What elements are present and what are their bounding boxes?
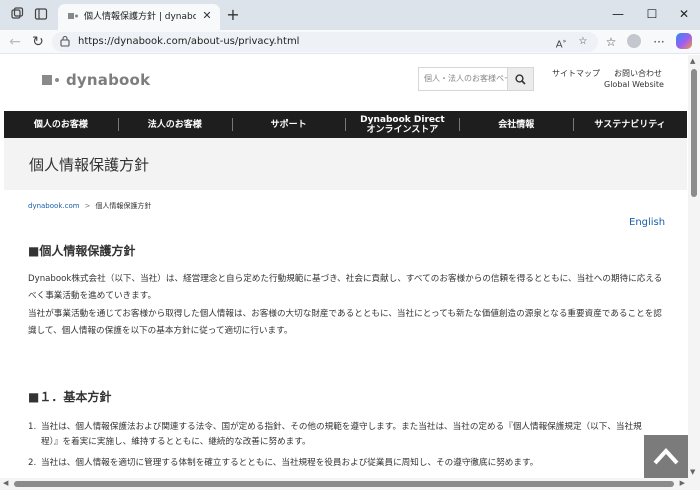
new-tab-icon[interactable]: + xyxy=(224,6,242,24)
list-number: 2. xyxy=(28,458,37,468)
logo-text: dynabook xyxy=(66,71,151,89)
site-search-input[interactable]: 個人・法人のお客様ページ内を検索 xyxy=(418,67,508,91)
active-tab[interactable]: 個人情報保護方針 | dynabook（ダイナブック） ✕ xyxy=(58,4,220,30)
list-number: 1. xyxy=(28,422,37,432)
section-heading-basic-policy: ■１．基本方針 xyxy=(28,390,112,404)
back-to-top-button[interactable] xyxy=(644,435,688,478)
breadcrumb-home-link[interactable]: dynabook.com xyxy=(28,202,80,210)
nav-personal[interactable]: 個人のお客様 xyxy=(4,111,118,138)
minimize-icon[interactable]: — xyxy=(604,4,632,24)
dynabook-logo[interactable]: dynabook xyxy=(42,70,150,90)
page-title-band: 個人情報保護方針 xyxy=(4,138,687,190)
global-website-link[interactable]: Global Website xyxy=(604,80,664,89)
breadcrumb-current: 個人情報保護方針 xyxy=(95,202,152,210)
list-text: 当社は、個人情報保護法および関連する法令、国が定める指針、その他の規範を遵守しま… xyxy=(41,422,642,447)
site-favicon-icon xyxy=(66,10,80,24)
intro-paragraph-2: 当社が事業活動を通じてお客様から取得した個人情報は、お客様の大切な財産であるとと… xyxy=(28,309,662,336)
english-link[interactable]: English xyxy=(629,217,665,228)
tab-actions-icon[interactable] xyxy=(33,7,49,23)
copilot-icon[interactable] xyxy=(676,33,692,49)
scroll-down-icon[interactable]: ▼ xyxy=(690,468,695,476)
vertical-scrollbar[interactable]: ▲ ▼ xyxy=(688,55,700,478)
maximize-icon[interactable]: ☐ xyxy=(638,4,666,24)
list-item: 2. 当社は、個人情報を適切に管理する体制を確立するとともに、当社規程を役員およ… xyxy=(28,456,658,471)
list-item: 1. 当社は、個人情報保護法および関連する法令、国が定める指針、その他の規範を遵… xyxy=(28,420,658,450)
breadcrumb: dynabook.com > 個人情報保護方針 xyxy=(28,201,151,211)
read-aloud-icon[interactable]: A» xyxy=(554,35,568,50)
scroll-right-icon[interactable]: ▶ xyxy=(680,479,685,487)
lock-icon[interactable] xyxy=(60,35,74,49)
intro-paragraph-1: Dynabook株式会社（以下、当社）は、経営理念と自ら定めた行動規範に基づき、… xyxy=(28,274,663,301)
more-menu-icon[interactable]: ··· xyxy=(650,33,668,51)
scrollbar-corner xyxy=(688,478,700,490)
workspaces-icon[interactable] xyxy=(9,7,25,23)
nav-direct-store[interactable]: Dynabook Direct オンラインストア xyxy=(345,111,459,138)
breadcrumb-separator: > xyxy=(84,202,91,210)
url-text[interactable]: https://dynabook.com/about-us/privacy.ht… xyxy=(78,35,299,49)
browser-toolbar: ← ↻ https://dynabook.com/about-us/privac… xyxy=(0,30,700,54)
tab-title: 個人情報保護方針 | dynabook（ダイナブック） xyxy=(84,12,196,22)
list-text: 当社は、個人情報を適切に管理する体制を確立するとともに、当社規程を役員および従業… xyxy=(41,458,539,468)
site-search-button[interactable] xyxy=(508,67,534,91)
section-heading-policy: ■個人情報保護方針 xyxy=(28,244,136,258)
browser-titlebar: 個人情報保護方針 | dynabook（ダイナブック） ✕ + — ☐ ✕ xyxy=(0,0,700,30)
sitemap-link[interactable]: サイトマップ xyxy=(552,68,600,79)
window-close-icon[interactable]: ✕ xyxy=(670,4,698,24)
favorite-star-icon[interactable]: ☆ xyxy=(576,35,590,49)
nav-support[interactable]: サポート xyxy=(231,111,346,138)
horizontal-scrollbar[interactable]: ◀ ▶ xyxy=(0,478,688,490)
scroll-up-icon[interactable]: ▲ xyxy=(690,57,695,65)
address-bar[interactable]: https://dynabook.com/about-us/privacy.ht… xyxy=(52,32,598,52)
back-icon[interactable]: ← xyxy=(6,33,24,51)
profile-avatar[interactable] xyxy=(627,34,641,48)
main-nav: 個人のお客様 法人のお客様 サポート Dynabook Direct オンライン… xyxy=(4,111,687,138)
page-viewport: dynabook 個人・法人のお客様ページ内を検索 サイトマップ お問い合わせ … xyxy=(0,55,688,478)
scroll-left-icon[interactable]: ◀ xyxy=(3,479,8,487)
nav-company[interactable]: 会社情報 xyxy=(459,111,573,138)
horizontal-scroll-thumb[interactable] xyxy=(14,481,674,487)
vertical-scroll-thumb[interactable] xyxy=(691,69,697,197)
dynabook-logo-mark-icon xyxy=(42,73,62,87)
contact-link[interactable]: お問い合わせ xyxy=(614,68,662,79)
page-title: 個人情報保護方針 xyxy=(29,156,150,174)
nav-business[interactable]: 法人のお客様 xyxy=(117,111,232,138)
favorites-icon[interactable]: ☆ xyxy=(602,33,620,51)
nav-sustainability[interactable]: サステナビリティ xyxy=(573,111,687,138)
tab-close-icon[interactable]: ✕ xyxy=(200,9,214,23)
refresh-icon[interactable]: ↻ xyxy=(29,33,47,51)
